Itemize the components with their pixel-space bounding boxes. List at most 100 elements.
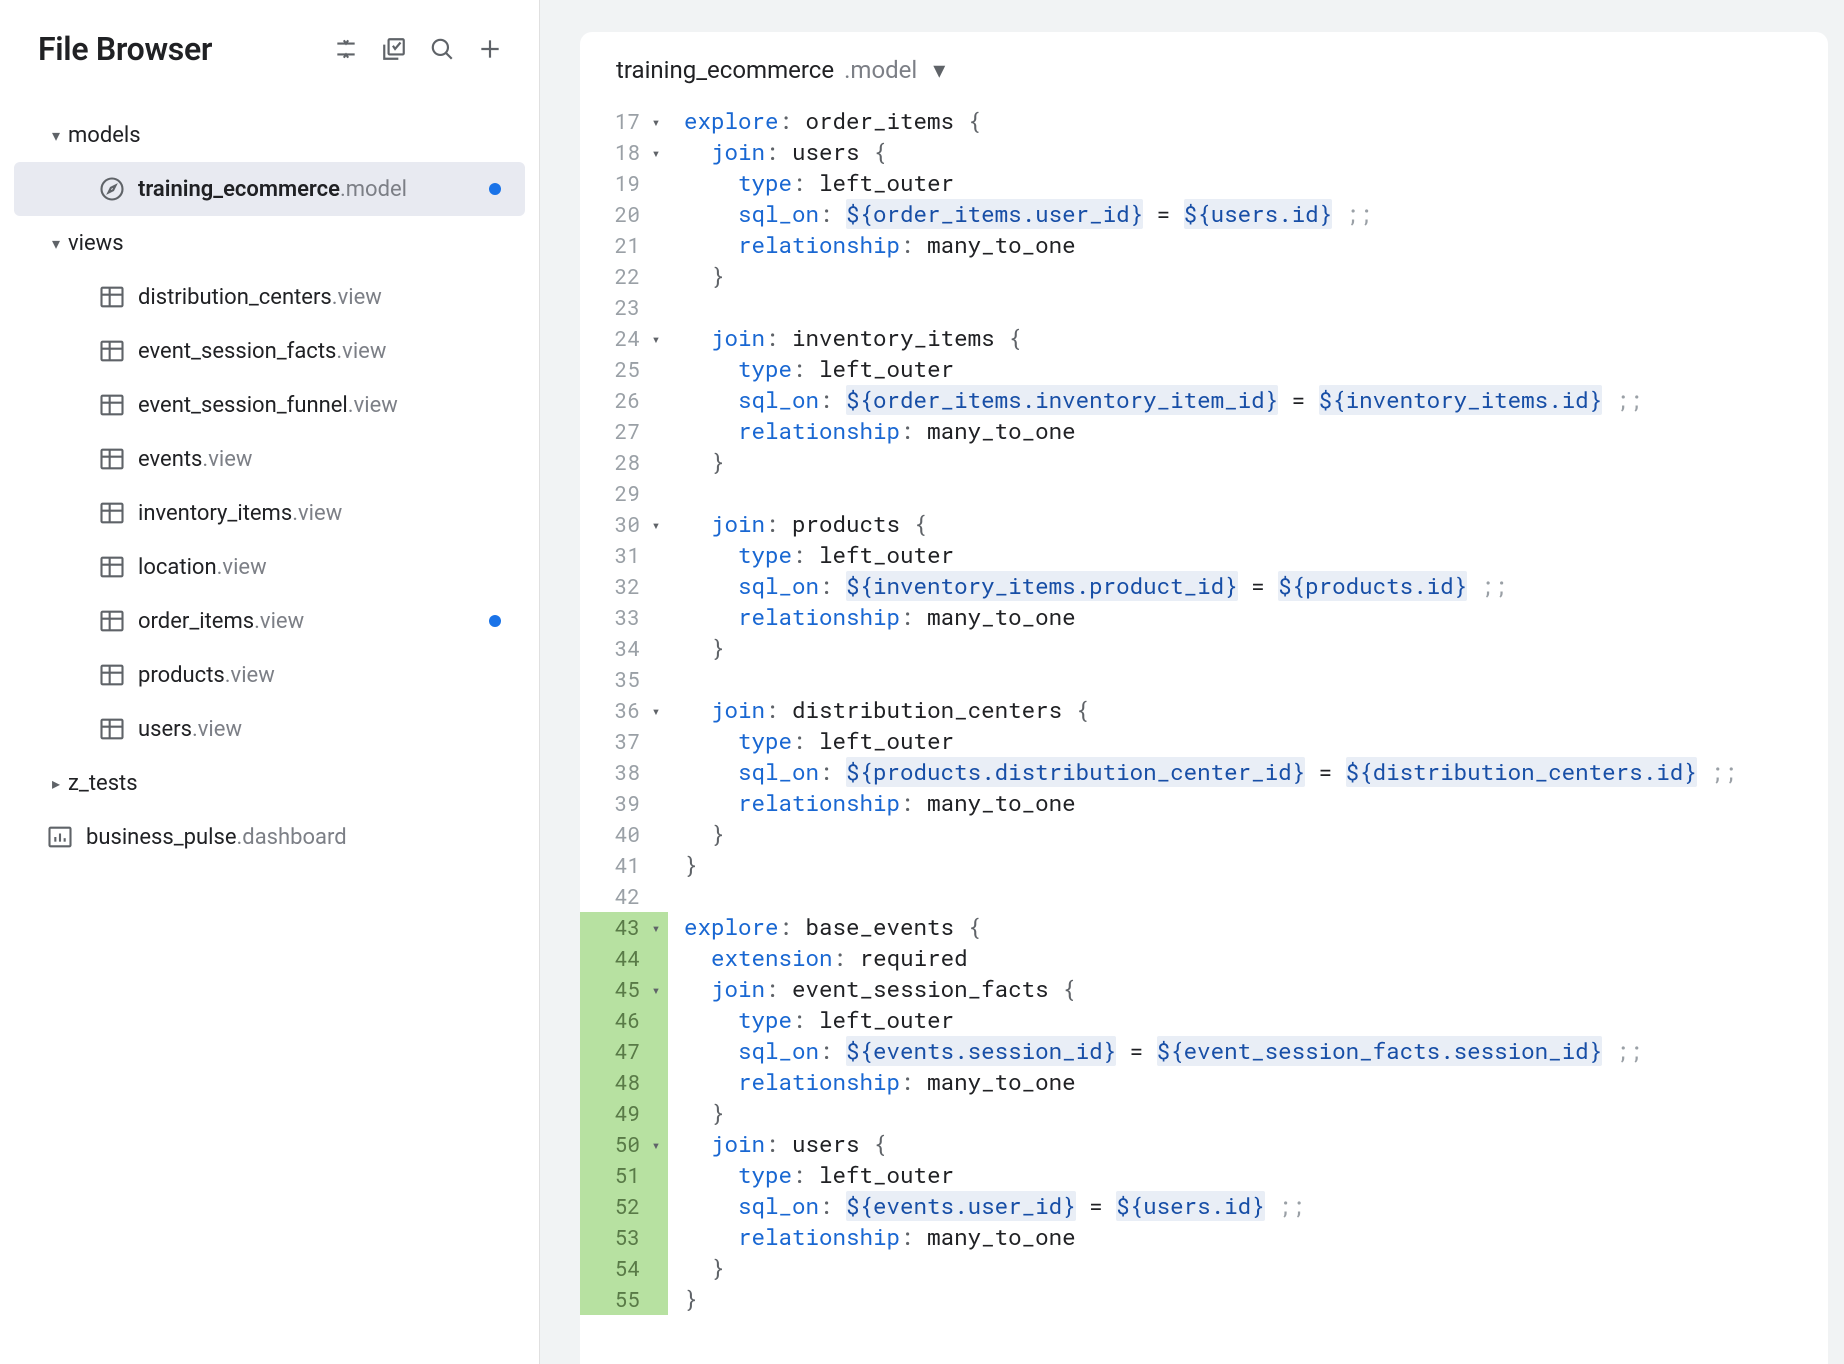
gutter-line[interactable]: 24▾ — [580, 323, 668, 354]
gutter-line[interactable]: 37 — [580, 726, 668, 757]
gutter-line[interactable]: 35 — [580, 664, 668, 695]
code-line[interactable]: relationship: many_to_one — [668, 1222, 1828, 1253]
bulk-select-icon[interactable] — [381, 36, 407, 62]
fold-toggle-icon[interactable]: ▾ — [644, 137, 668, 168]
code-line[interactable]: relationship: many_to_one — [668, 1067, 1828, 1098]
code-line[interactable]: } — [668, 1253, 1828, 1284]
chevron-right-icon[interactable]: ▸ — [44, 774, 68, 793]
code-line[interactable]: join: products { — [668, 509, 1828, 540]
file-event_session_facts[interactable]: event_session_facts.view — [14, 324, 525, 378]
code-line[interactable]: type: left_outer — [668, 726, 1828, 757]
gutter-line[interactable]: 22 — [580, 261, 668, 292]
folder-models[interactable]: ▾models — [14, 108, 525, 162]
gutter-line[interactable]: 54 — [580, 1253, 668, 1284]
fold-toggle-icon[interactable]: ▾ — [644, 974, 668, 1005]
gutter-line[interactable]: 49 — [580, 1098, 668, 1129]
code-line[interactable]: join: inventory_items { — [668, 323, 1828, 354]
add-icon[interactable] — [477, 36, 503, 62]
code-line[interactable]: type: left_outer — [668, 540, 1828, 571]
code-line[interactable]: explore: base_events { — [668, 912, 1828, 943]
fold-toggle-icon[interactable]: ▾ — [644, 912, 668, 943]
code-line[interactable]: type: left_outer — [668, 354, 1828, 385]
editor-tab[interactable]: training_ecommerce.model ▾ — [580, 32, 1828, 104]
code-line[interactable]: type: left_outer — [668, 1005, 1828, 1036]
gutter-line[interactable]: 38 — [580, 757, 668, 788]
gutter-line[interactable]: 42 — [580, 881, 668, 912]
gutter-line[interactable]: 17▾ — [580, 106, 668, 137]
gutter-line[interactable]: 33 — [580, 602, 668, 633]
gutter-line[interactable]: 43▾ — [580, 912, 668, 943]
gutter-line[interactable]: 47 — [580, 1036, 668, 1067]
gutter-line[interactable]: 23 — [580, 292, 668, 323]
folder-views[interactable]: ▾views — [14, 216, 525, 270]
gutter-line[interactable]: 31 — [580, 540, 668, 571]
folder-z_tests[interactable]: ▸z_tests — [14, 756, 525, 810]
code-line[interactable]: sql_on: ${inventory_items.product_id} = … — [668, 571, 1828, 602]
code-line[interactable] — [668, 292, 1828, 323]
code-line[interactable] — [668, 881, 1828, 912]
code-line[interactable]: explore: order_items { — [668, 106, 1828, 137]
gutter-line[interactable]: 48 — [580, 1067, 668, 1098]
gutter-line[interactable]: 45▾ — [580, 974, 668, 1005]
caret-down-icon[interactable]: ▾ — [933, 56, 945, 84]
file-distribution_centers[interactable]: distribution_centers.view — [14, 270, 525, 324]
fold-toggle-icon[interactable]: ▾ — [644, 509, 668, 540]
fold-toggle-icon[interactable]: ▾ — [644, 323, 668, 354]
code-line[interactable]: join: distribution_centers { — [668, 695, 1828, 726]
fold-toggle-icon[interactable]: ▾ — [644, 695, 668, 726]
code-line[interactable]: join: users { — [668, 1129, 1828, 1160]
file-order_items[interactable]: order_items.view — [14, 594, 525, 648]
code-line[interactable]: sql_on: ${events.user_id} = ${users.id} … — [668, 1191, 1828, 1222]
file-training_ecommerce[interactable]: training_ecommerce.model — [14, 162, 525, 216]
gutter-line[interactable]: 28 — [580, 447, 668, 478]
code-line[interactable]: } — [668, 633, 1828, 664]
code-line[interactable]: relationship: many_to_one — [668, 602, 1828, 633]
code-line[interactable]: relationship: many_to_one — [668, 230, 1828, 261]
gutter-line[interactable]: 20 — [580, 199, 668, 230]
file-location[interactable]: location.view — [14, 540, 525, 594]
file-inventory_items[interactable]: inventory_items.view — [14, 486, 525, 540]
gutter-line[interactable]: 26 — [580, 385, 668, 416]
code-line[interactable]: sql_on: ${order_items.user_id} = ${users… — [668, 199, 1828, 230]
file-events[interactable]: events.view — [14, 432, 525, 486]
code-line[interactable]: sql_on: ${events.session_id} = ${event_s… — [668, 1036, 1828, 1067]
gutter-line[interactable]: 25 — [580, 354, 668, 385]
gutter-line[interactable]: 29 — [580, 478, 668, 509]
code-line[interactable]: } — [668, 850, 1828, 881]
search-icon[interactable] — [429, 36, 455, 62]
file-business_pulse[interactable]: business_pulse.dashboard — [14, 810, 525, 864]
collapse-icon[interactable] — [333, 36, 359, 62]
code-line[interactable]: join: event_session_facts { — [668, 974, 1828, 1005]
code-line[interactable]: } — [668, 819, 1828, 850]
code-line[interactable]: type: left_outer — [668, 168, 1828, 199]
code-line[interactable] — [668, 478, 1828, 509]
gutter-line[interactable]: 18▾ — [580, 137, 668, 168]
code-content[interactable]: explore: order_items { join: users { typ… — [668, 104, 1828, 1364]
code-line[interactable]: } — [668, 1098, 1828, 1129]
gutter-line[interactable]: 30▾ — [580, 509, 668, 540]
code-line[interactable]: sql_on: ${order_items.inventory_item_id}… — [668, 385, 1828, 416]
gutter-line[interactable]: 50▾ — [580, 1129, 668, 1160]
gutter-line[interactable]: 19 — [580, 168, 668, 199]
code-line[interactable]: relationship: many_to_one — [668, 788, 1828, 819]
code-line[interactable]: type: left_outer — [668, 1160, 1828, 1191]
code-line[interactable]: } — [668, 447, 1828, 478]
file-products[interactable]: products.view — [14, 648, 525, 702]
gutter-line[interactable]: 44 — [580, 943, 668, 974]
gutter-line[interactable]: 34 — [580, 633, 668, 664]
gutter-line[interactable]: 36▾ — [580, 695, 668, 726]
code-line[interactable]: relationship: many_to_one — [668, 416, 1828, 447]
gutter-line[interactable]: 55 — [580, 1284, 668, 1315]
code-line[interactable]: } — [668, 1284, 1828, 1315]
gutter-line[interactable]: 52 — [580, 1191, 668, 1222]
code-line[interactable]: sql_on: ${products.distribution_center_i… — [668, 757, 1828, 788]
code-editor[interactable]: 17▾18▾192021222324▾252627282930▾31323334… — [580, 104, 1828, 1364]
gutter-line[interactable]: 32 — [580, 571, 668, 602]
gutter-line[interactable]: 46 — [580, 1005, 668, 1036]
file-event_session_funnel[interactable]: event_session_funnel.view — [14, 378, 525, 432]
file-users[interactable]: users.view — [14, 702, 525, 756]
code-line[interactable]: extension: required — [668, 943, 1828, 974]
code-line[interactable] — [668, 664, 1828, 695]
chevron-down-icon[interactable]: ▾ — [44, 234, 68, 253]
gutter-line[interactable]: 41 — [580, 850, 668, 881]
